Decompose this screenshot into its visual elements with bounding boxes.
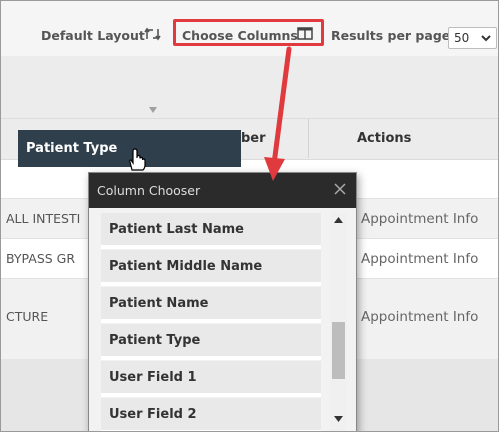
table-cell: ALL INTESTI bbox=[6, 211, 81, 226]
appointment-info-link[interactable]: Appointment Info bbox=[361, 251, 478, 267]
appointment-info-link[interactable]: Appointment Info bbox=[361, 309, 478, 325]
drop-position-icon bbox=[149, 107, 157, 113]
appointment-info-link[interactable]: Appointment Info bbox=[361, 211, 478, 227]
column-chooser-scrollbar[interactable] bbox=[330, 213, 347, 431]
close-icon[interactable] bbox=[333, 182, 347, 196]
scroll-up-icon[interactable] bbox=[334, 216, 343, 223]
column-chooser-titlebar[interactable]: Column Chooser bbox=[89, 173, 356, 208]
scroll-down-icon[interactable] bbox=[334, 416, 343, 423]
chevron-down-icon bbox=[481, 35, 491, 42]
column-chooser-item[interactable]: Patient Type bbox=[101, 324, 321, 360]
hand-cursor-icon bbox=[129, 148, 146, 171]
column-header-actions[interactable]: Actions bbox=[357, 131, 411, 146]
default-layout-button[interactable]: Default Layout bbox=[41, 28, 145, 43]
results-per-page-select[interactable]: 50 bbox=[448, 27, 497, 49]
column-chooser-item[interactable]: Patient Last Name bbox=[101, 213, 321, 249]
results-per-page-label: Results per page bbox=[331, 28, 451, 43]
column-chooser-item[interactable]: Patient Middle Name bbox=[101, 250, 321, 286]
column-chooser-item[interactable]: User Field 1 bbox=[101, 361, 321, 397]
column-chooser-item[interactable]: User Field 2 bbox=[101, 398, 321, 431]
callout-highlight-box bbox=[173, 19, 324, 46]
column-header-number[interactable]: ber bbox=[241, 131, 266, 146]
column-chooser-item-label: User Field 1 bbox=[109, 370, 197, 385]
column-chooser-item[interactable]: Patient Name bbox=[101, 287, 321, 323]
reset-layout-icon[interactable] bbox=[144, 27, 162, 41]
column-chooser-item-label: Patient Type bbox=[109, 333, 201, 348]
column-chooser-title: Column Chooser bbox=[97, 183, 201, 198]
column-chooser-item-label: Patient Name bbox=[109, 296, 209, 311]
column-chooser-item-label: Patient Last Name bbox=[109, 222, 244, 237]
app-frame: Default Layout Choose Columns Results pe… bbox=[0, 0, 499, 432]
scrollbar-thumb[interactable] bbox=[332, 322, 345, 379]
column-chooser-list: Patient Last Name Patient Middle Name Pa… bbox=[97, 213, 325, 431]
column-chooser-item-label: User Field 2 bbox=[109, 407, 197, 422]
column-chooser-dialog: Column Chooser Patient Last Name Patient… bbox=[88, 172, 357, 431]
header-divider bbox=[308, 118, 309, 158]
table-cell: CTURE bbox=[6, 309, 49, 324]
table-cell: BYPASS GR bbox=[6, 251, 76, 266]
column-chooser-item-label: Patient Middle Name bbox=[109, 259, 263, 274]
results-per-page-value: 50 bbox=[454, 31, 470, 45]
dragged-column-label: Patient Type bbox=[26, 141, 118, 156]
group-by-band bbox=[1, 56, 498, 118]
